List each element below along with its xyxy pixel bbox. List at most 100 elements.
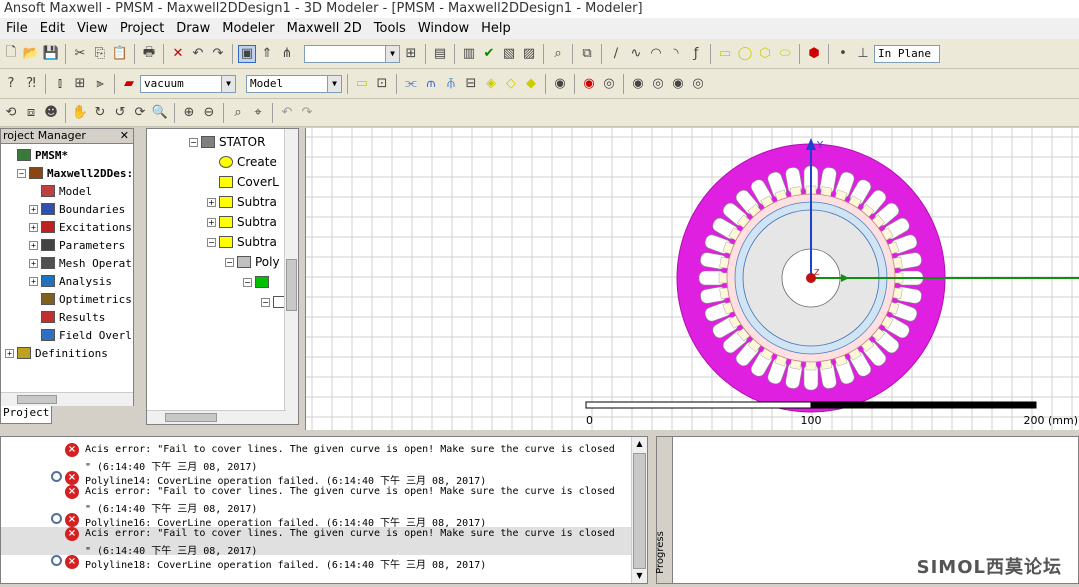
help-icon[interactable]: ? — [2, 75, 20, 93]
project-tree-item[interactable]: Results — [1, 308, 133, 326]
draw-ellipse-icon[interactable]: ⬭ — [776, 45, 794, 63]
menu-item-modeler[interactable]: Modeler — [216, 21, 280, 36]
message-row[interactable]: × Acis error: "Fail to cover lines. The g… — [1, 527, 631, 541]
mesh-icon[interactable]: ⫸ — [91, 75, 109, 93]
project-tree-item[interactable]: − Maxwell2DDes: — [1, 164, 133, 182]
tree-expander-icon[interactable]: − — [243, 277, 252, 287]
orient-icon[interactable]: ☻ — [42, 104, 60, 122]
hide-all-icon[interactable]: ◎ — [600, 75, 618, 93]
paste-icon[interactable]: 📋 — [111, 45, 129, 63]
project-tree-item[interactable]: Model — [1, 182, 133, 200]
draw-arc-icon[interactable]: ◠ — [647, 45, 665, 63]
scroll-thumb[interactable] — [286, 259, 297, 311]
undo-icon[interactable]: ↶ — [189, 45, 207, 63]
message-row[interactable]: × Polyline14: CoverLine operation failed.… — [1, 471, 631, 487]
context-help-icon[interactable]: ⁈ — [22, 75, 40, 93]
message-row[interactable]: × Acis error: "Fail to cover lines. The g… — [1, 443, 631, 457]
show-active-icon[interactable]: ◎ — [689, 75, 707, 93]
split-icon[interactable]: ⊟ — [462, 75, 480, 93]
report-icon[interactable]: ▥ — [460, 45, 478, 63]
show-all-icon[interactable]: ◎ — [649, 75, 667, 93]
project-tree-item[interactable]: + Parameters — [1, 236, 133, 254]
print-icon[interactable]: 🖶 — [140, 45, 158, 63]
scroll-thumb[interactable] — [165, 413, 217, 422]
results-icon[interactable]: ▨ — [520, 45, 538, 63]
delete-icon[interactable]: ✕ — [169, 45, 187, 63]
history-tree-item[interactable]: Create — [147, 152, 298, 172]
select-object-icon[interactable]: ▣ — [238, 44, 256, 63]
history-tree-item[interactable]: + Subtra — [147, 192, 298, 212]
project-tree-item[interactable]: + Mesh Operat — [1, 254, 133, 272]
zoom-out-icon[interactable]: ⊖ — [200, 104, 218, 122]
rotate-axis-icon[interactable]: ↺ — [111, 104, 129, 122]
move-up-icon[interactable]: ⇑ — [258, 45, 276, 63]
history-hscrollbar[interactable] — [147, 410, 286, 424]
open-folder-icon[interactable]: 📂 — [22, 45, 40, 63]
zoom-window-icon[interactable]: 🔍 — [151, 104, 169, 122]
menu-item-tools[interactable]: Tools — [368, 21, 412, 36]
rotate-view-icon[interactable]: ↻ — [91, 104, 109, 122]
window-icon[interactable]: ⧉ — [578, 45, 596, 63]
tree-expander-icon[interactable]: − — [189, 137, 198, 147]
magnifier-icon[interactable] — [51, 513, 62, 524]
magnifier-icon[interactable] — [51, 555, 62, 566]
snap-combo[interactable]: ▼ — [304, 44, 400, 63]
menu-item-edit[interactable]: Edit — [34, 21, 71, 36]
redo-icon[interactable]: ↷ — [209, 45, 227, 63]
view-redo-icon[interactable]: ↷ — [298, 104, 316, 122]
fit-selection-icon[interactable]: ⌖ — [249, 104, 267, 122]
menu-item-view[interactable]: View — [71, 21, 114, 36]
show-icon[interactable]: ◉ — [629, 75, 647, 93]
project-tree-item[interactable]: Optimetrics — [1, 290, 133, 308]
tree-expander-icon[interactable]: − — [17, 168, 26, 178]
tree-icon[interactable]: ⋔ — [278, 45, 296, 63]
sweep-icon[interactable]: ◈ — [482, 75, 500, 93]
tree-expander-icon[interactable]: + — [207, 197, 216, 207]
save-icon[interactable]: 💾 — [42, 45, 60, 63]
check-icon[interactable]: ✔ — [480, 45, 498, 63]
project-tree-item[interactable]: + Boundaries — [1, 200, 133, 218]
menu-item-draw[interactable]: Draw — [170, 21, 216, 36]
validate-icon[interactable]: ▤ — [431, 45, 449, 63]
message-row[interactable]: " (6:14:40 下午 三月 08, 2017) — [1, 499, 631, 515]
draw-spline-icon[interactable]: ∿ — [627, 45, 645, 63]
draw-rectangle-icon[interactable]: ▭ — [716, 45, 734, 63]
project-tree-item[interactable]: Field Overl — [1, 326, 133, 344]
project-tree-item[interactable]: PMSM* — [1, 146, 133, 164]
history-tree-item[interactable]: − Subtra — [147, 232, 298, 252]
tree-expander-icon[interactable]: + — [29, 258, 38, 268]
draw-line-icon[interactable]: ∕ — [607, 45, 625, 63]
box-add-icon[interactable]: ⊡ — [373, 75, 391, 93]
menu-item-help[interactable]: Help — [475, 21, 517, 36]
subtract-icon[interactable]: ⫙ — [422, 75, 440, 93]
model-combo[interactable]: Model ▼ — [246, 74, 342, 93]
project-tree-item[interactable]: + Excitations — [1, 218, 133, 236]
scroll-down-arrow[interactable]: ▼ — [634, 571, 645, 581]
region-icon[interactable]: ⬢ — [805, 45, 823, 63]
copy-icon[interactable]: ⎘ — [91, 45, 109, 63]
scroll-up-arrow[interactable]: ▲ — [634, 439, 645, 449]
tab-project[interactable]: Project — [0, 406, 52, 424]
hide-icon[interactable]: ◉ — [580, 75, 598, 93]
rotate-screen-icon[interactable]: ⟳ — [131, 104, 149, 122]
tree-expander-icon[interactable]: − — [207, 237, 216, 247]
draw-center-arc-icon[interactable]: ◝ — [667, 45, 685, 63]
message-row[interactable]: × Polyline16: CoverLine operation failed.… — [1, 513, 631, 529]
project-tree-hscrollbar[interactable] — [1, 392, 133, 406]
modeler-canvas[interactable]: Y Z 0 100 200 (mm) — [306, 128, 1079, 430]
new-file-icon[interactable]: 🗋 — [2, 45, 20, 63]
excitation-icon[interactable]: ⊞ — [71, 75, 89, 93]
scroll-thumb[interactable] — [633, 453, 646, 569]
intersect-icon[interactable]: ⫚ — [442, 75, 460, 93]
modeler-viewport[interactable]: Y Z 0 100 200 (mm) — [305, 128, 1079, 430]
project-tree-item[interactable]: + Definitions — [1, 344, 133, 362]
menu-item-window[interactable]: Window — [412, 21, 475, 36]
search-icon[interactable]: ⌕ — [549, 45, 567, 63]
menu-item-maxwell-2d[interactable]: Maxwell 2D — [281, 21, 368, 36]
menu-item-file[interactable]: File — [0, 21, 34, 36]
message-row[interactable]: " (6:14:40 下午 三月 08, 2017) — [1, 457, 631, 473]
draw-circle-icon[interactable]: ◯ — [736, 45, 754, 63]
analyze-icon[interactable]: ▧ — [500, 45, 518, 63]
material-icon[interactable]: ▰ — [120, 75, 138, 93]
history-tree-item[interactable]: − — [147, 272, 298, 292]
